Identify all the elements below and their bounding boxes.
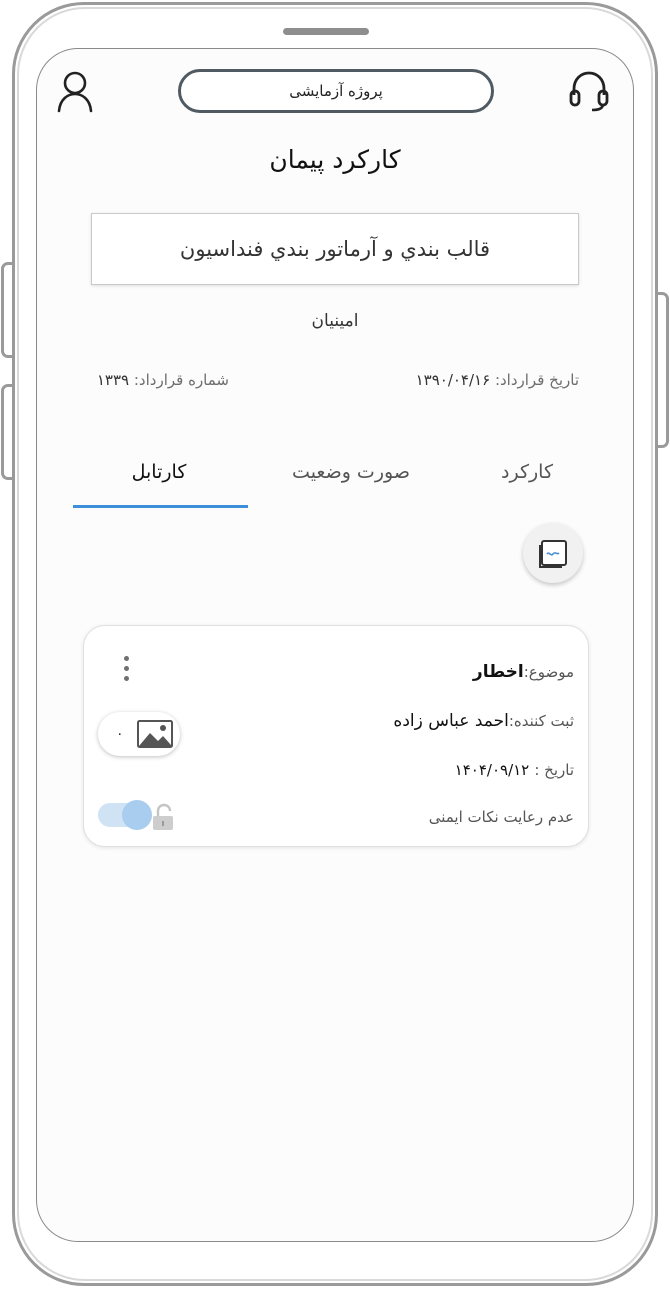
tab-karkard[interactable]: کارکرد: [439, 461, 615, 483]
toggle-knob: [122, 800, 152, 830]
card-date-value: ۱۴۰۴/۰۹/۱۲: [454, 761, 530, 779]
support-button[interactable]: [567, 67, 611, 115]
card-description: عدم رعایت نکات ایمنی: [429, 807, 574, 826]
contract-number: شماره قرارداد: ۱۳۳۹: [97, 371, 229, 389]
image-icon: [137, 720, 173, 748]
card-creator-value: احمد عباس زاده: [393, 711, 509, 731]
cartable-card[interactable]: موضوع:اخطار ثبت کننده:احمد عباس زاده تار…: [83, 625, 589, 847]
active-tab-indicator: [73, 505, 248, 508]
card-date-label: تاریخ :: [534, 761, 574, 779]
page-title: کارکرد پیمان: [269, 145, 401, 174]
contract-date-value: ۱۳۹۰/۰۴/۱۶: [415, 371, 491, 389]
contract-number-label: شماره قرارداد:: [133, 371, 229, 389]
contract-title-box: قالب بندي و آرماتور بندي فنداسيون: [91, 213, 579, 285]
card-creator: ثبت کننده:احمد عباس زاده: [393, 711, 574, 731]
profile-button[interactable]: [53, 67, 97, 115]
contract-date: تاریخ قرارداد: ۱۳۹۰/۰۴/۱۶: [416, 371, 579, 389]
card-subject: موضوع:اخطار: [473, 662, 574, 682]
tab-status-statement[interactable]: صورت وضعیت: [263, 461, 439, 483]
image-count: ۰: [116, 726, 124, 742]
contractor-name: امینیان: [311, 311, 359, 331]
phone-speaker: [283, 28, 369, 35]
unlock-icon: [153, 803, 173, 830]
card-date: تاریخ : ۱۴۰۴/۰۹/۱۲: [455, 760, 574, 779]
project-selector[interactable]: پروژه آزمایشی: [178, 69, 494, 113]
card-subject-label: موضوع:: [523, 663, 574, 681]
card-toggle-switch[interactable]: [98, 800, 154, 830]
card-subject-value: اخطار: [472, 662, 524, 682]
new-document-icon: [539, 540, 567, 568]
more-options-icon[interactable]: [122, 656, 130, 686]
card-description-text: عدم رعایت نکات ایمنی: [428, 808, 574, 826]
contract-title: قالب بندي و آرماتور بندي فنداسيون: [179, 237, 491, 261]
app-screen: پروژه آزمایشی کارکرد پیمان قالب بندي و آ…: [36, 48, 634, 1242]
user-icon: [57, 71, 93, 113]
tab-cartable[interactable]: کارتابل: [71, 461, 247, 483]
card-creator-label: ثبت کننده:: [508, 712, 574, 730]
headset-icon: [569, 71, 609, 112]
new-document-button[interactable]: [523, 523, 583, 583]
attachments-chip[interactable]: ۰: [98, 712, 180, 756]
project-name: پروژه آزمایشی: [289, 82, 383, 100]
contract-number-value: ۱۳۳۹: [96, 371, 130, 389]
contract-date-label: تاریخ قرارداد:: [494, 371, 579, 389]
